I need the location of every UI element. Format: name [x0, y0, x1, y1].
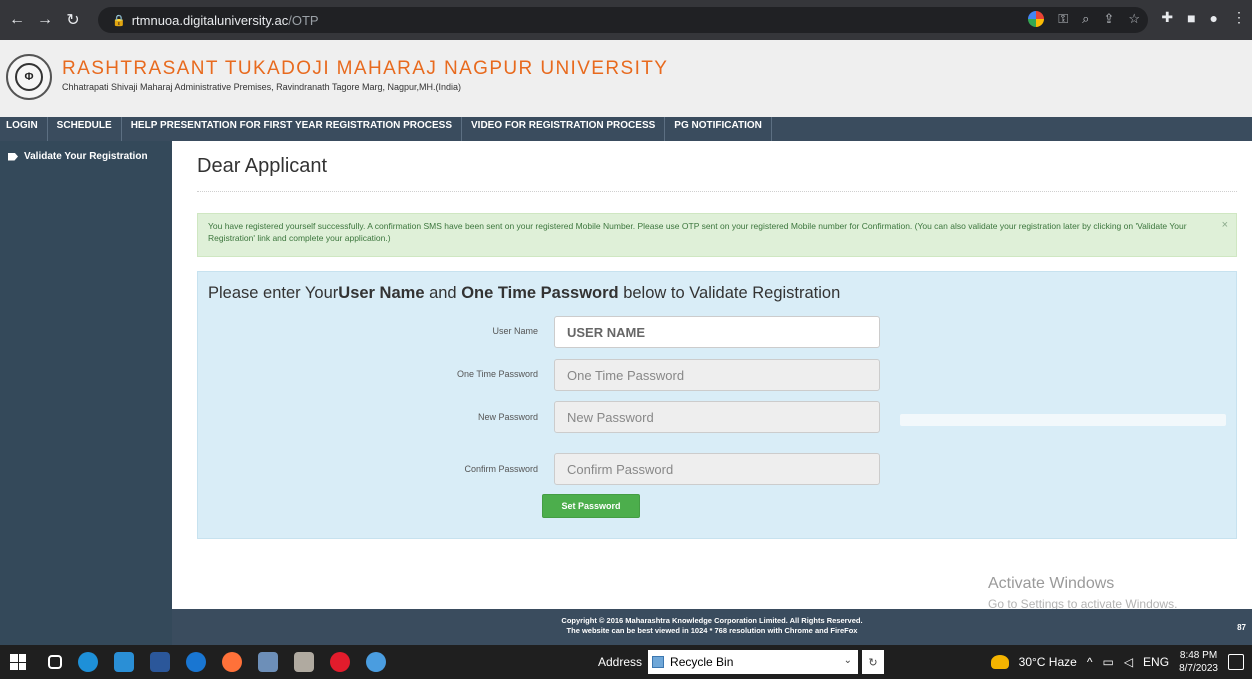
alert-text: You have registered yourself successfull… — [208, 221, 1187, 243]
address-bar-actions: ⚿ ⌕ ⇪ ☆ — [1028, 11, 1140, 27]
university-logo-icon: Φ — [6, 54, 52, 100]
reload-icon[interactable]: ↻ — [62, 9, 84, 31]
internet-explorer-icon[interactable] — [186, 652, 206, 672]
forward-arrow-icon[interactable]: → — [34, 9, 56, 31]
heading-mid: and — [424, 284, 462, 302]
heading-otp: One Time Password — [461, 284, 619, 302]
new-password-label: New Password — [477, 412, 538, 422]
chevron-up-icon[interactable]: ^ — [1087, 655, 1093, 669]
site-footer: Copyright © 2016 Maharashtra Knowledge C… — [172, 609, 1252, 645]
menu-item-video[interactable]: VIDEO FOR REGISTRATION PROCESS — [462, 117, 666, 141]
app-icon[interactable] — [114, 652, 134, 672]
address-bar[interactable]: 🔒 rtmnuoa.digitaluniversity.ac/OTP — [98, 7, 1148, 33]
weather-text[interactable]: 30°C Haze — [1019, 655, 1077, 669]
browser-actions: ✚ ■ ● ⋮ — [1161, 9, 1246, 26]
address-input[interactable]: Recycle Bin ⌄ — [648, 650, 859, 674]
new-password-input[interactable]: New Password — [554, 401, 880, 433]
profile-icon[interactable]: ● — [1210, 10, 1218, 26]
site-header: Φ RASHTRASANT TUKADOJI MAHARAJ NAGPUR UN… — [0, 40, 1252, 117]
task-view-icon[interactable] — [48, 655, 62, 669]
university-address: Chhatrapati Shivaji Maharaj Administrati… — [62, 82, 462, 92]
address-value: Recycle Bin — [670, 655, 734, 669]
page-number: 87 — [1237, 623, 1246, 632]
lock-icon: 🔒 — [112, 14, 126, 27]
opera-icon[interactable] — [330, 652, 350, 672]
panel-heading: Please enter YourUser Name and One Time … — [208, 284, 840, 303]
firefox-icon[interactable] — [222, 652, 242, 672]
heading-user-name: User Name — [338, 284, 425, 302]
system-tray: 30°C Haze ^ ▭ ◁ ENG 8:48 PM 8/7/2023 — [990, 645, 1244, 679]
address-label: Address — [598, 655, 643, 669]
password-strength-bar — [900, 414, 1226, 426]
activate-windows-title: Activate Windows — [988, 575, 1115, 592]
back-arrow-icon[interactable]: ← — [6, 9, 28, 31]
network-icon[interactable]: ▭ — [1102, 655, 1113, 669]
volume-icon[interactable]: ◁ — [1124, 655, 1133, 669]
url-path: /OTP — [288, 12, 319, 28]
close-icon[interactable]: × — [1222, 219, 1228, 231]
windows-taskbar: Address Recycle Bin ⌄ ↻ 30°C Haze ^ ▭ ◁ … — [0, 645, 1252, 679]
set-password-button[interactable]: Set Password — [542, 494, 640, 518]
side-panel-icon[interactable]: ■ — [1187, 10, 1195, 26]
clock-time: 8:48 PM — [1179, 650, 1218, 661]
footer-copyright: Copyright © 2016 Maharashtra Knowledge C… — [561, 616, 863, 625]
menu-item-pg-notification[interactable]: PG NOTIFICATION — [665, 117, 772, 141]
sidebar-footer — [0, 609, 172, 645]
heading-prefix: Please enter Your — [208, 284, 339, 302]
extensions-icon[interactable]: ✚ — [1161, 9, 1173, 26]
share-icon[interactable]: ⇪ — [1103, 11, 1114, 27]
confirm-password-input[interactable]: Confirm Password — [554, 453, 880, 485]
chrome-icon[interactable] — [366, 652, 386, 672]
windows-start-icon[interactable] — [10, 654, 26, 670]
browser-toolbar: ← → ↻ 🔒 rtmnuoa.digitaluniversity.ac/OTP… — [0, 0, 1252, 40]
chevron-down-icon[interactable]: ⌄ — [844, 655, 852, 666]
address-toolbar: Address Recycle Bin ⌄ ↻ — [598, 650, 885, 674]
footer-best-viewed: The website can be best viewed in 1024 *… — [566, 626, 858, 635]
word-icon[interactable] — [150, 652, 170, 672]
page-title: Dear Applicant — [197, 155, 328, 177]
validation-panel: Please enter YourUser Name and One Time … — [197, 271, 1237, 539]
weather-icon[interactable] — [990, 655, 1009, 669]
google-icon[interactable] — [1028, 11, 1045, 27]
clock[interactable]: 8:48 PM 8/7/2023 — [1179, 649, 1218, 675]
pen-app-icon[interactable] — [294, 652, 314, 672]
success-alert: You have registered yourself successfull… — [197, 213, 1237, 257]
university-name: RASHTRASANT TUKADOJI MAHARAJ NAGPUR UNIV… — [62, 58, 669, 79]
refresh-icon[interactable]: ↻ — [862, 650, 885, 674]
edge-icon[interactable] — [78, 652, 98, 672]
username-input[interactable]: USER NAME — [554, 316, 880, 348]
main-menu: LOGIN SCHEDULE HELP PRESENTATION FOR FIR… — [0, 117, 1252, 141]
username-label: User Name — [492, 326, 538, 336]
tag-icon — [8, 152, 18, 161]
sidebar-item-label: Validate Your Registration — [24, 151, 148, 162]
main-content: Dear Applicant You have registered yours… — [172, 141, 1252, 609]
title-divider — [197, 191, 1237, 192]
key-icon[interactable]: ⚿ — [1058, 11, 1068, 27]
confirm-password-label: Confirm Password — [464, 464, 538, 474]
menu-item-help-presentation[interactable]: HELP PRESENTATION FOR FIRST YEAR REGISTR… — [122, 117, 463, 141]
menu-dots-icon[interactable]: ⋮ — [1232, 9, 1246, 26]
image-app-icon[interactable] — [258, 652, 278, 672]
zoom-icon[interactable]: ⌕ — [1082, 11, 1089, 27]
language-indicator[interactable]: ENG — [1143, 655, 1169, 669]
menu-item-schedule[interactable]: SCHEDULE — [48, 117, 122, 141]
sidebar: Validate Your Registration — [0, 141, 172, 609]
clock-date: 8/7/2023 — [1179, 663, 1218, 674]
otp-input[interactable]: One Time Password — [554, 359, 880, 391]
otp-label: One Time Password — [456, 369, 538, 379]
recycle-bin-icon — [652, 656, 665, 668]
bookmark-star-icon[interactable]: ☆ — [1128, 11, 1140, 27]
sidebar-item-validate-registration[interactable]: Validate Your Registration — [8, 151, 148, 162]
notifications-icon[interactable] — [1228, 654, 1244, 670]
heading-suffix: below to Validate Registration — [618, 284, 841, 302]
url-host: rtmnuoa.digitaluniversity.ac — [131, 12, 289, 28]
menu-item-login[interactable]: LOGIN — [0, 117, 48, 141]
